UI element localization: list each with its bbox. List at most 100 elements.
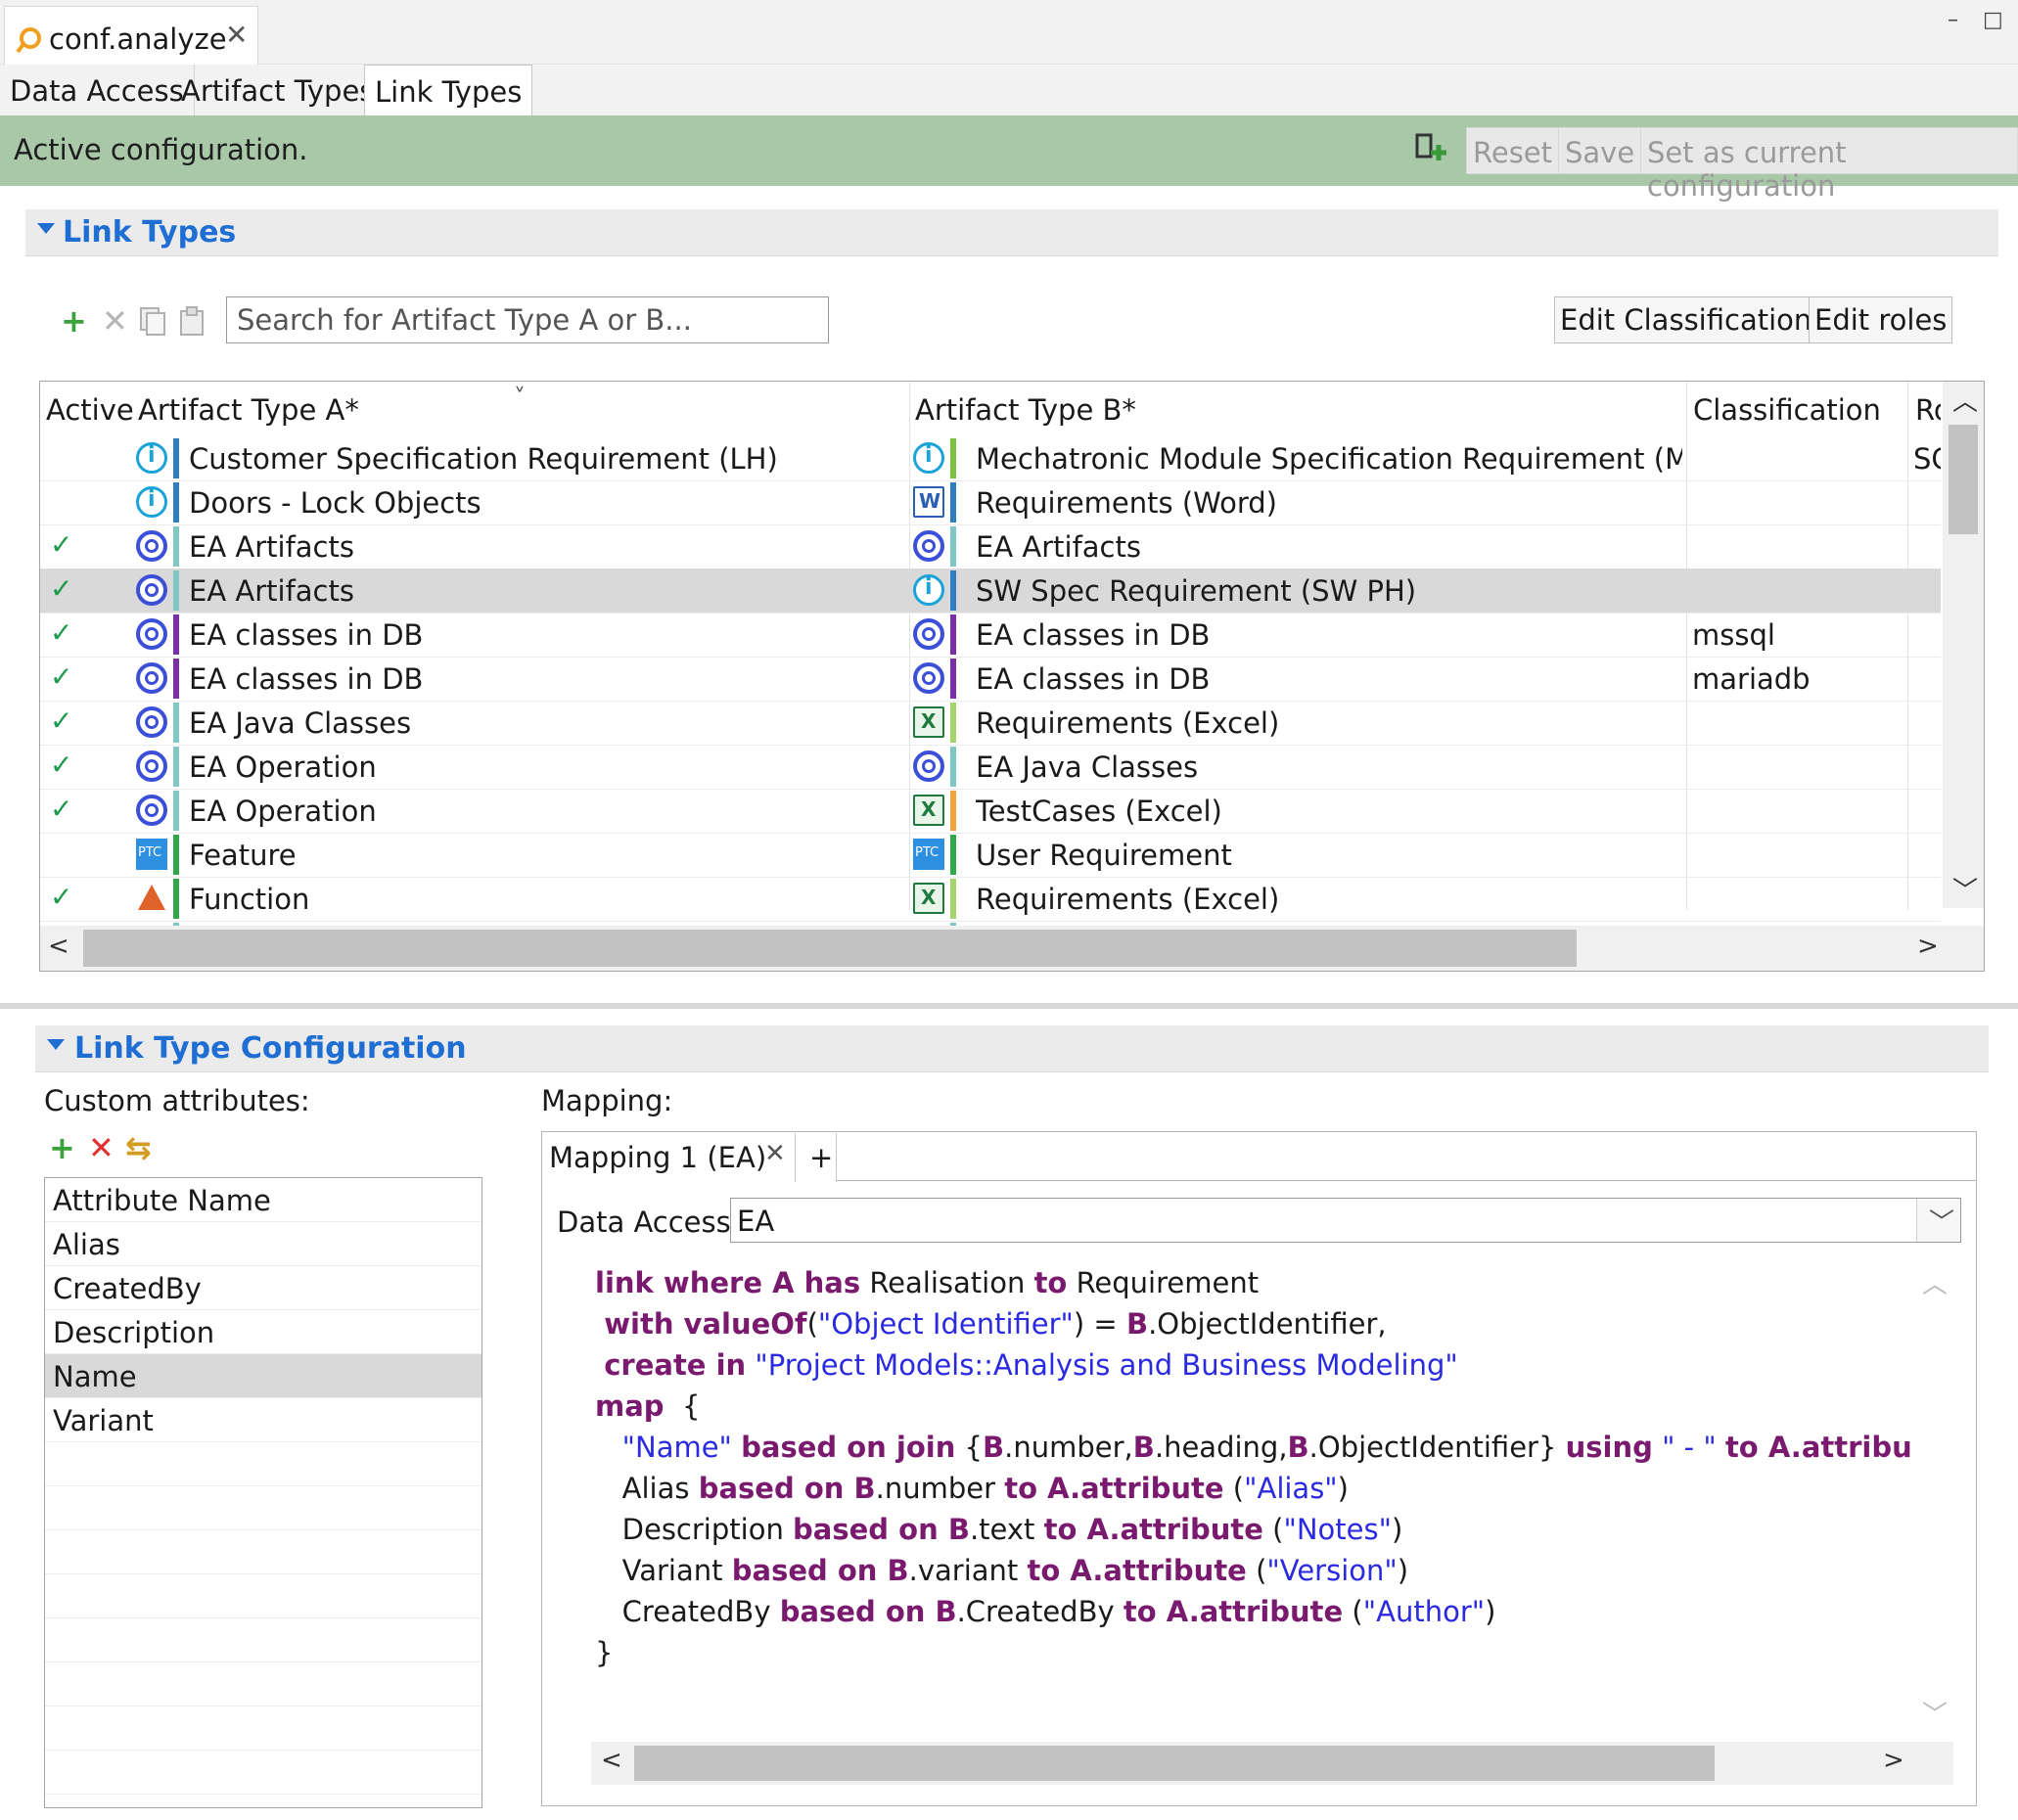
active-check-icon[interactable]: ✓: [50, 749, 72, 781]
table-row[interactable]: ✓ EA Java Classes Requirements (Excel): [40, 701, 1941, 746]
code-text: .heading,: [1154, 1431, 1288, 1464]
ea-icon: [136, 574, 167, 606]
edit-roles-button[interactable]: Edit roles: [1809, 296, 1953, 343]
vertical-scrollbar[interactable]: ︿ ﹀: [1943, 382, 1984, 908]
column-header-artifact-b[interactable]: Artifact Type B*: [909, 382, 1136, 436]
editor-tab-conf-analyze[interactable]: conf.analyze ✕: [4, 6, 258, 67]
table-row[interactable]: ✓ Function Requirements (Excel): [40, 877, 1941, 922]
scroll-right-icon[interactable]: >: [1917, 932, 1939, 961]
attribute-list-item[interactable]: Name: [45, 1354, 482, 1398]
type-color-bar: [173, 526, 179, 567]
role-cell: SC: [1913, 442, 1941, 476]
code-string: "Author": [1362, 1595, 1486, 1628]
column-header-artifact-a[interactable]: Artifact Type A*: [132, 382, 359, 436]
data-access-select[interactable]: EA: [730, 1198, 1961, 1243]
horizontal-scrollbar[interactable]: < >: [40, 926, 1984, 971]
collapse-icon[interactable]: [47, 1039, 65, 1050]
scroll-down-icon[interactable]: ﹀: [1922, 1695, 1948, 1731]
table-row[interactable]: Feature User Requirement: [40, 833, 1941, 878]
delete-icon[interactable]: ✕: [102, 305, 128, 337]
type-color-bar: [173, 747, 179, 787]
code-keyword: to: [1033, 1266, 1068, 1299]
table-row[interactable]: ✓ EA Artifacts EA Artifacts: [40, 524, 1941, 569]
active-check-icon[interactable]: ✓: [50, 793, 72, 825]
scroll-right-icon[interactable]: >: [1883, 1746, 1904, 1775]
scroll-left-icon[interactable]: <: [601, 1746, 622, 1775]
scroll-thumb[interactable]: [634, 1746, 1715, 1781]
close-icon[interactable]: ✕: [225, 19, 248, 51]
maximize-icon[interactable]: □: [1983, 8, 2003, 32]
table-row[interactable]: Doors - Lock Objects Requirements (Word): [40, 480, 1941, 525]
add-icon[interactable]: +: [61, 305, 87, 337]
close-icon[interactable]: ✕: [764, 1139, 786, 1168]
attribute-list-header[interactable]: Attribute Name: [45, 1178, 482, 1222]
search-input[interactable]: Search for Artifact Type A or B...: [226, 296, 829, 343]
edit-classifications-button[interactable]: Edit Classifications: [1554, 296, 1833, 343]
code-text: }: [595, 1636, 614, 1669]
copy-icon[interactable]: [138, 305, 167, 337]
table-row[interactable]: ✓ EA classes in DB EA classes in DB mariadb: [40, 657, 1941, 702]
add-attribute-icon[interactable]: +: [49, 1132, 75, 1163]
link-type-config-section-header[interactable]: Link Type Configuration: [35, 1025, 1989, 1072]
paste-icon[interactable]: [177, 305, 206, 337]
set-current-config-button[interactable]: Set as current configuration: [1640, 127, 2018, 203]
table-row[interactable]: Customer Specification Requirement (LH) M…: [40, 436, 1941, 481]
column-header-active[interactable]: Active: [40, 382, 134, 436]
attribute-list-item[interactable]: Variant: [45, 1398, 482, 1442]
code-horizontal-scrollbar[interactable]: < >: [591, 1742, 1953, 1785]
code-text: .ObjectIdentifier}: [1308, 1431, 1566, 1464]
reset-button[interactable]: Reset: [1466, 127, 1560, 174]
attribute-list-item[interactable]: Description: [45, 1310, 482, 1354]
scroll-up-icon[interactable]: ︿: [1922, 1264, 1948, 1300]
add-mapping-tab-button[interactable]: +: [798, 1133, 837, 1182]
minimize-icon[interactable]: –: [1948, 8, 1958, 32]
code-keyword: map: [595, 1389, 665, 1423]
delete-attribute-icon[interactable]: ✕: [88, 1132, 115, 1163]
table-row[interactable]: ✓ EA Operation EA Java Classes: [40, 745, 1941, 790]
editor-tab-bar: conf.analyze ✕ – □: [0, 0, 2018, 67]
tab-mapping-1[interactable]: Mapping 1 (EA) ✕: [543, 1133, 796, 1182]
mapping-label: Mapping:: [541, 1084, 673, 1117]
scroll-left-icon[interactable]: <: [48, 932, 69, 961]
code-vertical-scrollbar[interactable]: ︿ ﹀: [1914, 1262, 1953, 1732]
status-banner: Active configuration. Reset Save Set as …: [0, 115, 2018, 203]
collapse-icon[interactable]: [37, 223, 55, 234]
swap-attribute-icon[interactable]: ⇆: [125, 1132, 152, 1163]
active-check-icon[interactable]: ✓: [50, 660, 72, 693]
active-check-icon[interactable]: ✓: [50, 616, 72, 649]
table-row[interactable]: ✓ EA Artifacts SW Spec Requirement (SW PH): [40, 569, 1941, 614]
mapping-code-editor[interactable]: link where A has Realisation to Requirem…: [591, 1262, 1912, 1747]
table-row[interactable]: ✓ EA Operation TestCases (Excel): [40, 789, 1941, 834]
tab-artifact-types[interactable]: Artifact Types: [171, 65, 386, 115]
table-row[interactable]: ✓ EA classes in DB EA classes in DB mssql: [40, 613, 1941, 658]
active-check-icon[interactable]: ✓: [50, 572, 72, 605]
scroll-down-icon[interactable]: ﹀: [1952, 871, 1978, 907]
scroll-thumb[interactable]: [1949, 425, 1978, 534]
column-header-role[interactable]: Ro: [1909, 382, 1941, 436]
code-keyword: B: [1125, 1307, 1149, 1341]
section-title: Link Type Configuration: [74, 1031, 467, 1066]
code-text: ) =: [1073, 1307, 1126, 1341]
sash-divider[interactable]: [0, 1003, 2018, 1009]
attribute-list-item[interactable]: CreatedBy: [45, 1266, 482, 1310]
add-config-icon[interactable]: [1415, 133, 1450, 168]
active-check-icon[interactable]: ✓: [50, 881, 72, 913]
active-check-icon[interactable]: ✓: [50, 528, 72, 561]
artifact-type-b: User Requirement: [976, 839, 1232, 872]
code-line: Description based on B.text to A.attribu…: [591, 1509, 1912, 1550]
tab-data-access[interactable]: Data Access: [0, 65, 195, 115]
scroll-thumb[interactable]: [83, 930, 1577, 967]
link-types-section-header[interactable]: Link Types: [25, 209, 1998, 256]
code-text: (: [1262, 1513, 1284, 1546]
code-keyword: link where A has: [595, 1266, 861, 1299]
type-color-bar: [173, 835, 179, 875]
tab-link-types[interactable]: Link Types: [364, 65, 533, 115]
active-check-icon[interactable]: ✓: [50, 705, 72, 737]
chevron-down-icon[interactable]: ﹀: [1916, 1199, 1960, 1242]
column-header-classification[interactable]: Classification: [1687, 382, 1881, 436]
scroll-up-icon[interactable]: ︿: [1952, 382, 1978, 418]
doors-icon: [913, 442, 944, 474]
save-button[interactable]: Save: [1558, 127, 1642, 174]
attribute-list-item[interactable]: Alias: [45, 1222, 482, 1266]
